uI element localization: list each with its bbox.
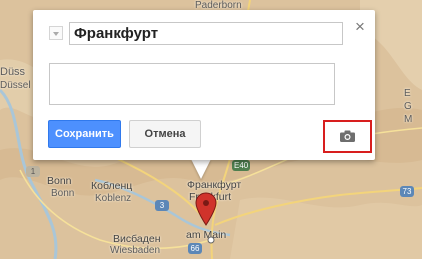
map-label-wiesbaden-ru: Висбаден bbox=[113, 233, 161, 245]
map-label-bonn-ru: Bonn bbox=[47, 175, 72, 187]
road-shield-1: 1 bbox=[26, 166, 40, 177]
map-label-right-g: G bbox=[404, 101, 412, 112]
map-label-right-m: M bbox=[404, 114, 413, 125]
camera-icon bbox=[340, 130, 355, 142]
map-label-wiesbaden-de: Wiesbaden bbox=[110, 245, 161, 256]
road-shield-3: 3 bbox=[155, 200, 169, 211]
save-button[interactable]: Сохранить bbox=[48, 120, 121, 148]
location-marker-icon[interactable] bbox=[195, 192, 217, 226]
map-label-koblenz-ru: Кобленц bbox=[91, 180, 133, 192]
place-description-input[interactable] bbox=[49, 63, 335, 105]
road-shield-73: 73 bbox=[400, 186, 414, 197]
map-label-dusseldorf-fragment: Düss bbox=[0, 66, 26, 78]
map-label-right-e: E bbox=[404, 88, 411, 99]
map-label-frankfurt-ru: Франкфурт bbox=[187, 179, 242, 191]
map-label-bonn-de: Bonn bbox=[51, 188, 75, 199]
add-photo-button[interactable] bbox=[323, 120, 372, 153]
map-label-dusseldorf: Düsseldorf bbox=[0, 80, 30, 91]
close-icon[interactable]: × bbox=[353, 18, 367, 35]
cancel-button[interactable]: Отмена bbox=[129, 120, 201, 148]
location-dot-icon bbox=[207, 236, 215, 244]
place-title-input[interactable] bbox=[69, 22, 343, 45]
style-dropdown-icon[interactable] bbox=[49, 26, 63, 40]
road-shield-e40: E40 bbox=[232, 160, 251, 171]
place-edit-popup: × Сохранить Отмена bbox=[33, 10, 375, 160]
road-shield-66: 66 bbox=[188, 243, 202, 254]
map-label-koblenz-de: Koblenz bbox=[95, 193, 132, 204]
popup-pointer bbox=[191, 159, 211, 179]
